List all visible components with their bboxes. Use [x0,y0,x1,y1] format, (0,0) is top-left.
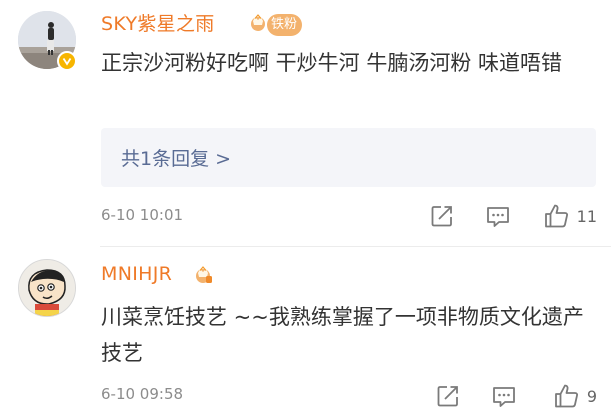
comment-item: MNIHJR 川菜烹饪技艺 ~~我熟练掌握了一项非物质文化遗产技艺 6-10 0… [0,247,611,420]
crown-icon [251,14,265,31]
like-icon [544,204,568,228]
comment-icon [493,387,515,407]
avatar[interactable] [18,259,76,317]
comment-button[interactable] [491,380,517,412]
fan-badge: 铁粉 [267,14,303,36]
comment-item: SKY紫星之雨 铁粉 正宗沙河粉好吃啊 干炒牛河 牛腩汤河粉 味道唔错 共1条回… [0,0,611,246]
share-button[interactable] [435,380,461,412]
share-icon [437,386,458,407]
comment-time: 6-10 10:01 [101,206,184,224]
like-icon [554,384,578,408]
username[interactable]: MNIHJR [101,263,172,285]
replies-box: 共1条回复 > [101,128,596,187]
view-replies-link[interactable]: 共1条回复 > [121,144,231,171]
crown-icon [196,266,212,283]
avatar-cartoon [19,260,75,316]
comment-button[interactable] [485,200,511,232]
verified-badge-icon [57,51,77,71]
like-count: 9 [586,386,597,406]
comment-time: 6-10 09:58 [101,385,184,403]
comment-text: 川菜烹饪技艺 ~~我熟练掌握了一项非物质文化遗产技艺 [101,305,584,365]
like-count: 11 [576,206,597,226]
share-icon [431,206,452,227]
comment-icon [487,207,509,227]
username[interactable]: SKY紫星之雨 [101,9,215,36]
like-button[interactable]: 11 [543,200,597,232]
comment-text: 正宗沙河粉好吃啊 干炒牛河 牛腩汤河粉 味道唔错 [101,51,563,75]
like-button[interactable]: 9 [553,380,597,412]
share-button[interactable] [429,200,455,232]
